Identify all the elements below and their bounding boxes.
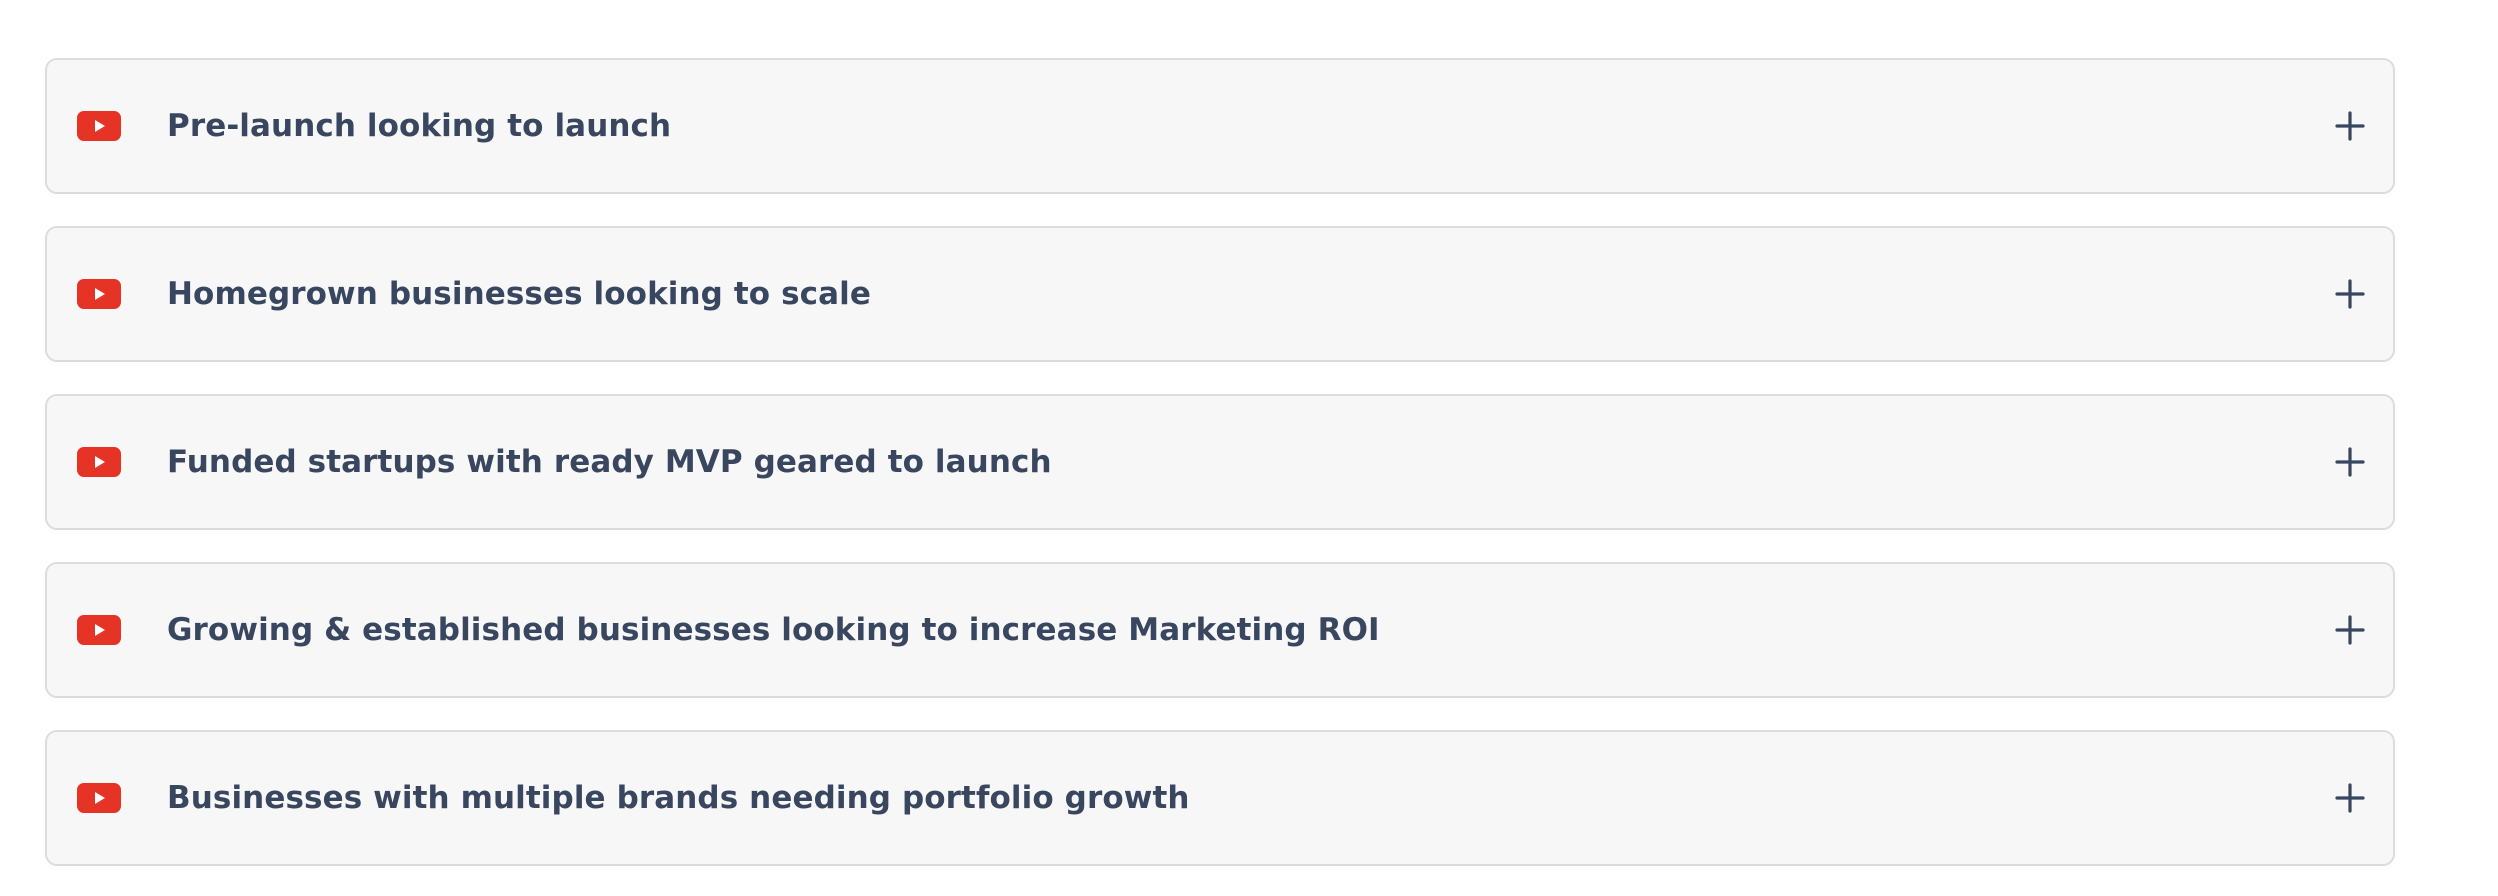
plus-icon[interactable] bbox=[2334, 446, 2366, 478]
youtube-play-icon bbox=[77, 111, 121, 141]
plus-icon[interactable] bbox=[2334, 782, 2366, 814]
accordion-item-label: Funded startups with ready MVP geared to… bbox=[167, 444, 1052, 480]
accordion-item-label: Homegrown businesses looking to scale bbox=[167, 276, 871, 312]
youtube-play-icon bbox=[77, 279, 121, 309]
accordion-item-label: Growing & established businesses looking… bbox=[167, 612, 1380, 648]
youtube-play-icon bbox=[77, 615, 121, 645]
accordion-item-funded-startups[interactable]: Funded startups with ready MVP geared to… bbox=[45, 394, 2395, 530]
accordion-item-pre-launch[interactable]: Pre-launch looking to launch bbox=[45, 58, 2395, 194]
plus-icon[interactable] bbox=[2334, 278, 2366, 310]
plus-icon[interactable] bbox=[2334, 110, 2366, 142]
accordion-item-multiple-brands[interactable]: Businesses with multiple brands needing … bbox=[45, 730, 2395, 866]
accordion-item-label: Pre-launch looking to launch bbox=[167, 108, 672, 144]
accordion-item-homegrown[interactable]: Homegrown businesses looking to scale bbox=[45, 226, 2395, 362]
youtube-play-icon bbox=[77, 447, 121, 477]
accordion-item-label: Businesses with multiple brands needing … bbox=[167, 780, 1190, 816]
accordion: Pre-launch looking to launch Homegrown b… bbox=[45, 58, 2395, 866]
plus-icon[interactable] bbox=[2334, 614, 2366, 646]
youtube-play-icon bbox=[77, 783, 121, 813]
accordion-item-growing-established[interactable]: Growing & established businesses looking… bbox=[45, 562, 2395, 698]
